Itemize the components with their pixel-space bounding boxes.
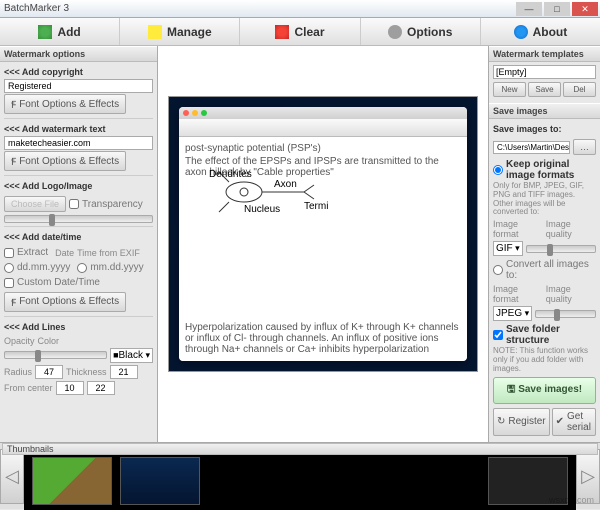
svg-text:Nucleus: Nucleus [244, 204, 280, 215]
save-tmpl-button[interactable]: Save [528, 82, 561, 97]
keep-note: Only for BMP, JPEG, GIF, PNG and TIFF im… [493, 182, 596, 217]
save-folder-check[interactable]: Save folder structure [493, 324, 592, 346]
app-title: BatchMarker 3 [4, 3, 69, 14]
save-to-label: Save images to: [493, 122, 596, 136]
format-dropdown-1[interactable]: GIF ▾ [493, 241, 523, 256]
font-options-button-2[interactable]: ꞘFont Options & Effects [4, 151, 126, 171]
svg-text:Terminal: Terminal [304, 201, 329, 212]
options-icon [388, 25, 402, 39]
manage-label: Manage [167, 25, 212, 39]
registered-field[interactable]: Registered [4, 79, 153, 93]
neuron-diagram: Dendrites Nucleus Axon Terminal [209, 167, 329, 227]
dmy-radio[interactable]: dd.mm.yyyy [4, 262, 70, 273]
font-options-button-3[interactable]: ꞘFont Options & Effects [4, 292, 126, 312]
color-dropdown[interactable]: ■Black ▾ [110, 348, 153, 363]
thumbnail-2[interactable] [120, 457, 200, 505]
add-button[interactable]: Add [0, 18, 120, 45]
lines-header: <<< Add Lines [4, 320, 153, 334]
thumbnail-strip [24, 453, 576, 510]
opacity-slider[interactable] [4, 351, 107, 359]
template-dropdown[interactable]: [Empty] [493, 65, 596, 79]
key-icon: ↻ [497, 416, 505, 427]
font-icon: Ꞙ [11, 97, 16, 111]
del-button[interactable]: Del [563, 82, 596, 97]
extract-check[interactable]: Extract [4, 247, 48, 258]
preview-area: post-synaptic potential (PSP's) The effe… [158, 46, 488, 442]
copyright-header: <<< Add copyright [4, 65, 153, 79]
save-icon: 🖫 [507, 384, 516, 395]
text-header: <<< Add watermark text [4, 122, 153, 136]
svg-text:Axon: Axon [274, 179, 297, 190]
date-header: <<< Add date/time [4, 230, 153, 244]
transparency-label: Transparency [82, 199, 143, 210]
choose-file-button[interactable]: Choose File [4, 196, 66, 212]
options-label: Options [407, 25, 452, 39]
logo-header: <<< Add Logo/Image [4, 179, 153, 193]
preview-image: post-synaptic potential (PSP's) The effe… [168, 96, 478, 372]
thumbnails-header: Thumbnails [2, 443, 598, 455]
format-dropdown-2[interactable]: JPEG ▾ [493, 306, 532, 321]
maximize-button[interactable]: □ [544, 2, 570, 16]
clear-button[interactable]: Clear [240, 18, 360, 45]
thumb-prev-button[interactable]: ◁ [0, 449, 24, 504]
logo-slider[interactable] [4, 215, 153, 223]
svg-text:Dendrites: Dendrites [209, 169, 252, 180]
font-options-button[interactable]: ꞘFont Options & Effects [4, 94, 126, 114]
save-images-button[interactable]: 🖫 Save images! [493, 377, 596, 404]
quality-slider-2[interactable] [535, 310, 596, 318]
folder-note: NOTE: This function works only if you ad… [493, 347, 596, 373]
about-button[interactable]: About [481, 18, 600, 45]
transparency-check[interactable]: Transparency [69, 199, 143, 210]
get-serial-button[interactable]: ✔Get serial [552, 408, 596, 436]
clear-icon [275, 25, 289, 39]
keep-format-radio[interactable]: Keep original image formats [493, 159, 592, 181]
save-path-field[interactable]: C:\Users\Martin\Desktop\Images [493, 141, 570, 154]
font-icon: Ꞙ [11, 295, 16, 309]
watermark-options-header: Watermark options [0, 46, 157, 62]
watermark-text-field[interactable]: maketecheasier.com [4, 136, 153, 150]
site-watermark: wsxdn.com [549, 495, 594, 505]
templates-header: Watermark templates [489, 46, 600, 62]
font-label: Font Options & Effects [19, 99, 119, 110]
embedded-window: post-synaptic potential (PSP's) The effe… [179, 107, 467, 361]
convert-all-radio[interactable]: Convert all images to: [493, 259, 592, 281]
check-icon: ✔ [556, 416, 564, 427]
center-y-spin[interactable] [87, 381, 115, 395]
quality-slider-1[interactable] [526, 245, 596, 253]
center-x-spin[interactable] [56, 381, 84, 395]
manage-button[interactable]: Manage [120, 18, 240, 45]
about-label: About [533, 25, 568, 39]
clear-label: Clear [294, 25, 324, 39]
save-images-header: Save images [489, 103, 600, 119]
font-icon: Ꞙ [11, 154, 16, 168]
mdy-radio[interactable]: mm.dd.yyyy [77, 262, 143, 273]
add-label: Add [57, 25, 80, 39]
close-button[interactable]: ✕ [572, 2, 598, 16]
add-icon [38, 25, 52, 39]
register-button[interactable]: ↻Register [493, 408, 550, 436]
options-button[interactable]: Options [361, 18, 481, 45]
manage-icon [148, 25, 162, 39]
about-icon [514, 25, 528, 39]
new-button[interactable]: New [493, 82, 526, 97]
browse-button[interactable]: … [573, 139, 596, 155]
radius-spin[interactable] [35, 365, 63, 379]
custom-date-check[interactable]: Custom Date/Time [4, 277, 100, 288]
font-label-2: Font Options & Effects [19, 156, 119, 167]
thick-spin[interactable] [110, 365, 138, 379]
minimize-button[interactable]: — [516, 2, 542, 16]
thumbnail-1[interactable] [32, 457, 112, 505]
